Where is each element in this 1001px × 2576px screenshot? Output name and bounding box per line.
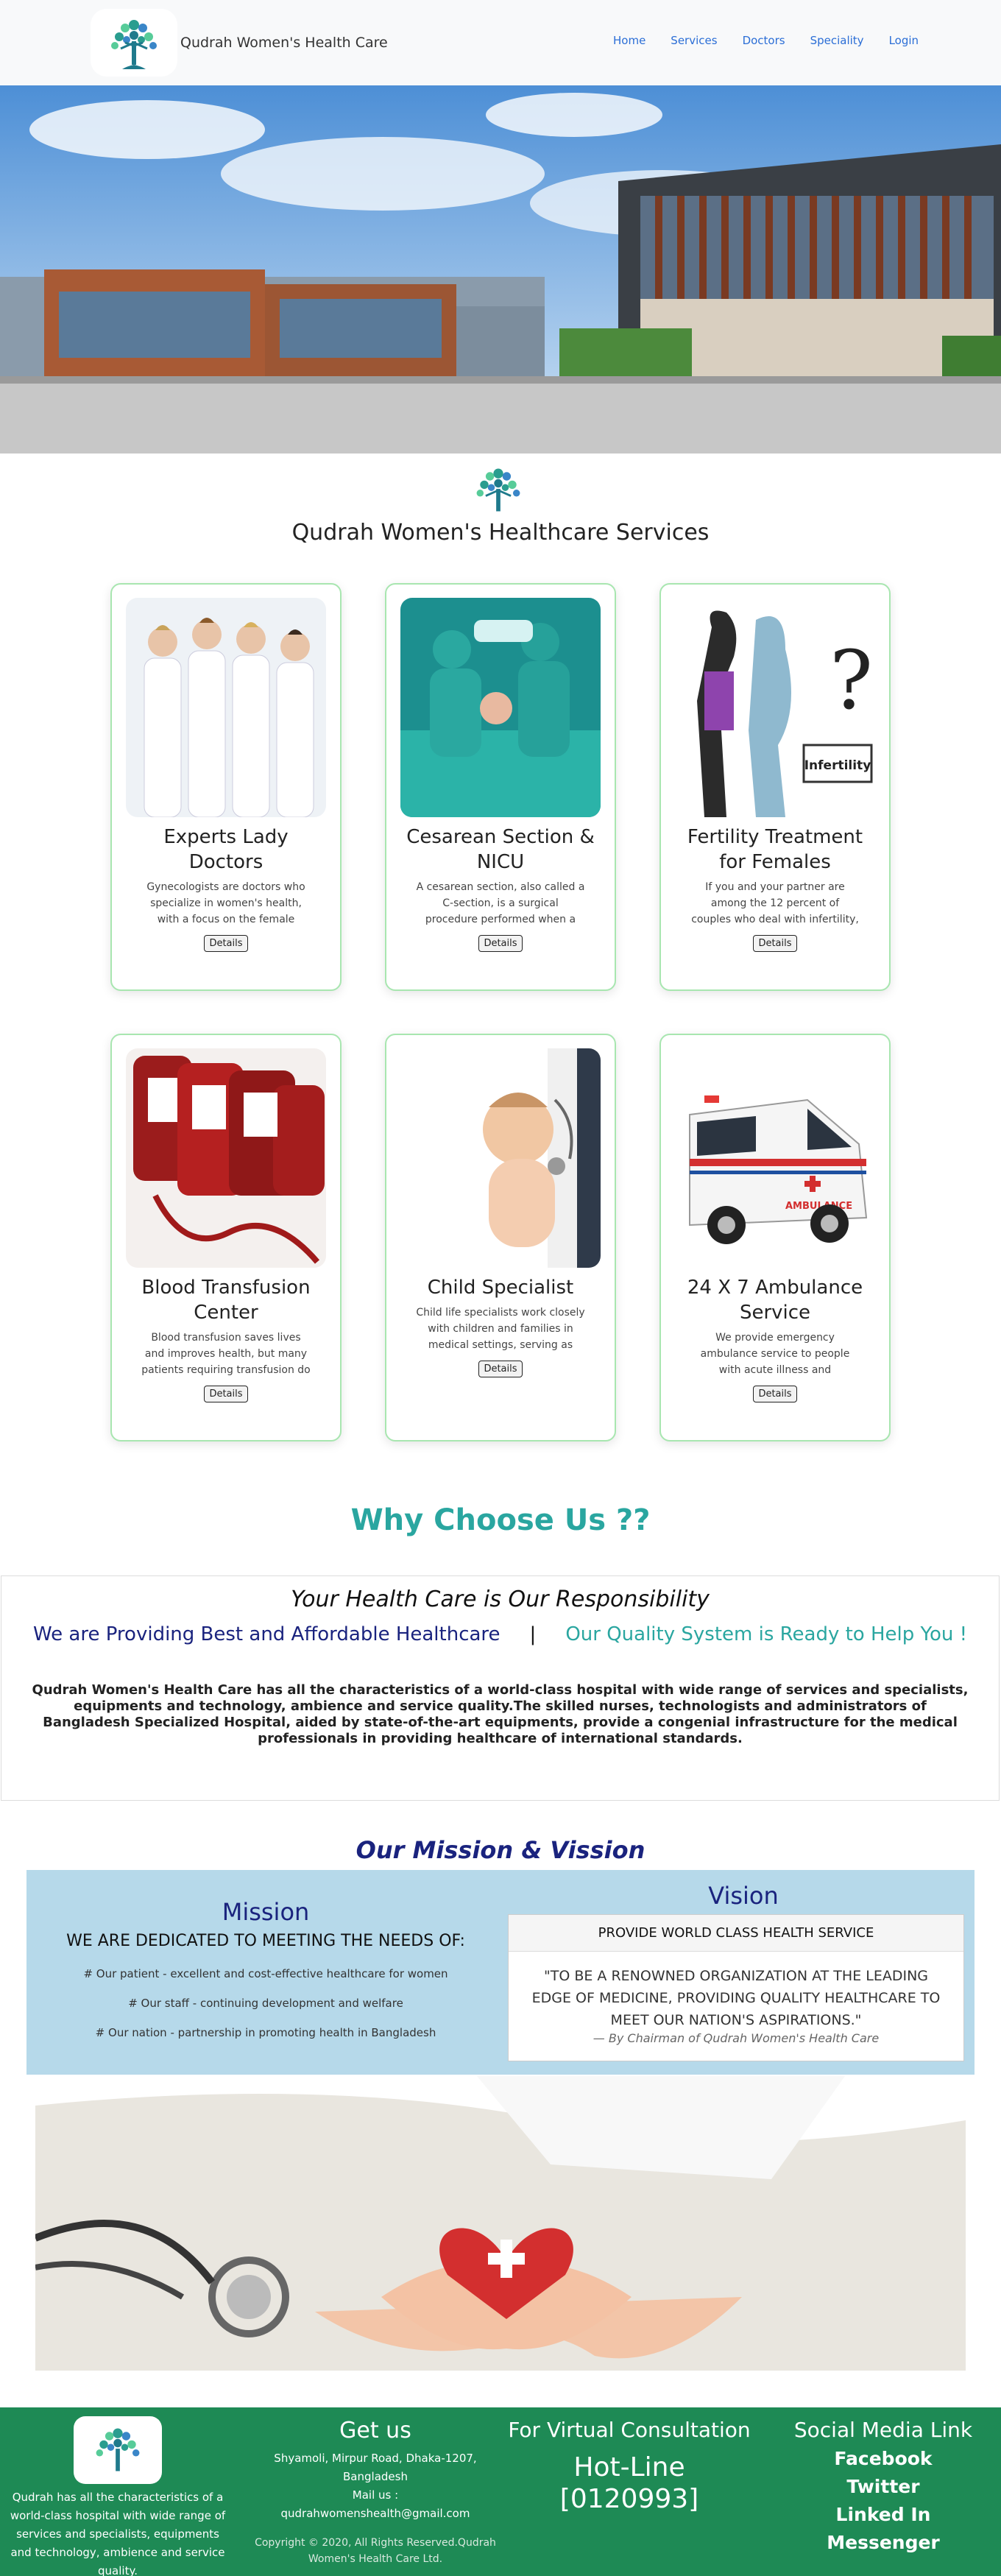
tree-logo-icon	[470, 462, 526, 518]
brand[interactable]: Qudrah Women's Health Care	[91, 9, 388, 77]
footer: Qudrah has all the characteristics of a …	[0, 2407, 1001, 2576]
service-card-child: Child Specialist Child life specialists …	[385, 1034, 616, 1441]
service-card-cesarean: Cesarean Section & NICU A cesarean secti…	[385, 583, 616, 991]
twitter-link[interactable]: Twitter	[780, 2473, 986, 2501]
nav-home-link[interactable]: Home	[613, 34, 645, 47]
linkedin-link[interactable]: Linked In	[780, 2501, 986, 2529]
footer-about: Qudrah has all the characteristics of a …	[10, 2491, 226, 2576]
vision-card: PROVIDE WORLD CLASS HEALTH SERVICE "TO B…	[508, 1914, 964, 2061]
card-title: 24 X 7 Ambulance Service	[687, 1277, 863, 1324]
infertility-image-text: Infertility	[804, 758, 871, 773]
ambulance-image: AMBULANCE	[675, 1048, 875, 1268]
footer-address: Shyamoli, Mirpur Road, Dhaka-1207, Bangl…	[274, 2452, 477, 2483]
hotline-label: Hot-Line	[573, 2452, 685, 2483]
nav-login-link[interactable]: Login	[889, 34, 919, 47]
vision-quote: "TO BE A RENOWNED ORGANIZATION AT THE LE…	[531, 1968, 941, 2028]
care-heart-image	[35, 2076, 966, 2371]
social-heading: Social Media Link	[793, 2418, 973, 2442]
svg-text:?: ?	[830, 633, 873, 727]
facebook-link[interactable]: Facebook	[780, 2445, 986, 2473]
card-description: A cesarean section, also called a C-sect…	[416, 881, 585, 925]
details-button[interactable]: Details	[753, 1386, 797, 1402]
vision-by-name: Chairman of Qudrah Women's Health Care	[627, 2031, 880, 2045]
vision-by-prefix: — By	[593, 2031, 624, 2045]
services-title: Qudrah Women's Healthcare Services	[291, 520, 710, 546]
mission-heading: Mission	[222, 1898, 310, 1926]
card-title: Child Specialist	[427, 1277, 574, 1299]
vision-heading: Vision	[708, 1882, 779, 1910]
hotline-number[interactable]: [0120993]	[508, 2484, 751, 2514]
mission-vision-box: Mission WE ARE DEDICATED TO MEETING THE …	[26, 1870, 975, 2075]
vision-attribution: — By Chairman of Qudrah Women's Health C…	[509, 2031, 963, 2045]
infertility-image: ? Infertility	[675, 598, 875, 817]
card-title: Experts Lady Doctors	[163, 826, 289, 873]
mission-item: # Our staff - continuing development and…	[128, 1997, 403, 2010]
footer-contact: Get us Shyamoli, Mirpur Road, Dhaka-1207…	[250, 2418, 501, 2567]
card-description: Blood transfusion saves lives and improv…	[141, 1332, 311, 1376]
why-paragraph: Qudrah Women's Health Care has all the c…	[32, 1682, 969, 1746]
card-description: Child life specialists work closely with…	[416, 1307, 585, 1351]
card-description: If you and your partner are among the 12…	[691, 881, 859, 925]
card-title: Fertility Treatment for Females	[687, 826, 863, 873]
details-button[interactable]: Details	[204, 1386, 248, 1402]
doctors-image	[126, 598, 326, 817]
footer-consultation: For Virtual Consultation Hot-Line [01209…	[508, 2418, 751, 2514]
footer-social: Social Media Link Facebook Twitter Linke…	[780, 2418, 986, 2557]
footer-copyright: Copyright © 2020, All Rights Reserved.Qu…	[255, 2537, 496, 2565]
card-title: Blood Transfusion Center	[141, 1277, 311, 1324]
tagline-affordable: We are Providing Best and Affordable Hea…	[32, 1623, 501, 1645]
details-button[interactable]: Details	[753, 935, 797, 952]
navbar: Qudrah Women's Health Care Home Services…	[0, 0, 1001, 85]
mission-item: # Our nation - partnership in promoting …	[95, 2026, 436, 2039]
blood-bags-image	[126, 1048, 326, 1268]
tagline-separator: |	[529, 1623, 537, 1645]
hero-hospital-image	[0, 85, 1001, 454]
why-subtitle: Your Health Care is Our Responsibility	[291, 1587, 710, 1612]
consultation-heading: For Virtual Consultation	[508, 2418, 751, 2442]
vision-card-title: PROVIDE WORLD CLASS HEALTH SERVICE	[509, 1915, 963, 1952]
get-us-heading: Get us	[339, 2418, 411, 2443]
card-description: We provide emergency ambulance service t…	[700, 1332, 850, 1376]
tree-logo-icon	[74, 2416, 162, 2484]
card-title: Cesarean Section & NICU	[406, 826, 595, 873]
messenger-link[interactable]: Messenger	[780, 2529, 986, 2557]
service-card-fertility: ? Infertility Fertility Treatment for Fe…	[659, 583, 891, 991]
card-description: Gynecologists are doctors who specialize…	[146, 881, 305, 925]
nav-speciality-link[interactable]: Speciality	[810, 34, 864, 47]
service-card-blood: Blood Transfusion Center Blood transfusi…	[110, 1034, 342, 1441]
footer-mail: Mail us : qudrahwomenshealth@gmail.com	[280, 2488, 470, 2520]
page: Qudrah Women's Health Care Home Services…	[0, 0, 1001, 2576]
service-card-doctors: Experts Lady Doctors Gynecologists are d…	[110, 583, 342, 991]
mission-item: # Our patient - excellent and cost-effec…	[83, 1967, 448, 1980]
details-button[interactable]: Details	[478, 1361, 523, 1377]
why-choose-box: Your Health Care is Our Responsibility W…	[1, 1575, 1000, 1801]
tagline-quality: Our Quality System is Ready to Help You …	[565, 1623, 968, 1645]
service-card-ambulance: AMBULANCE 24 X 7 Ambulance Service We pr…	[659, 1034, 891, 1441]
child-image	[400, 1048, 601, 1268]
mission-subheading: WE ARE DEDICATED TO MEETING THE NEEDS OF…	[66, 1932, 465, 1950]
brand-name[interactable]: Qudrah Women's Health Care	[180, 35, 388, 51]
why-taglines: We are Providing Best and Affordable Hea…	[1, 1623, 999, 1645]
details-button[interactable]: Details	[478, 935, 523, 952]
nav-links: Home Services Doctors Speciality Login	[613, 34, 944, 47]
nav-services-link[interactable]: Services	[671, 34, 717, 47]
mission-vision-title: Our Mission & Vission	[356, 1836, 645, 1864]
surgery-image	[400, 598, 601, 817]
tree-logo-icon[interactable]	[91, 9, 177, 77]
nav-doctors-link[interactable]: Doctors	[743, 34, 785, 47]
why-choose-title: Why Choose Us ??	[350, 1503, 651, 1537]
details-button[interactable]: Details	[204, 935, 248, 952]
